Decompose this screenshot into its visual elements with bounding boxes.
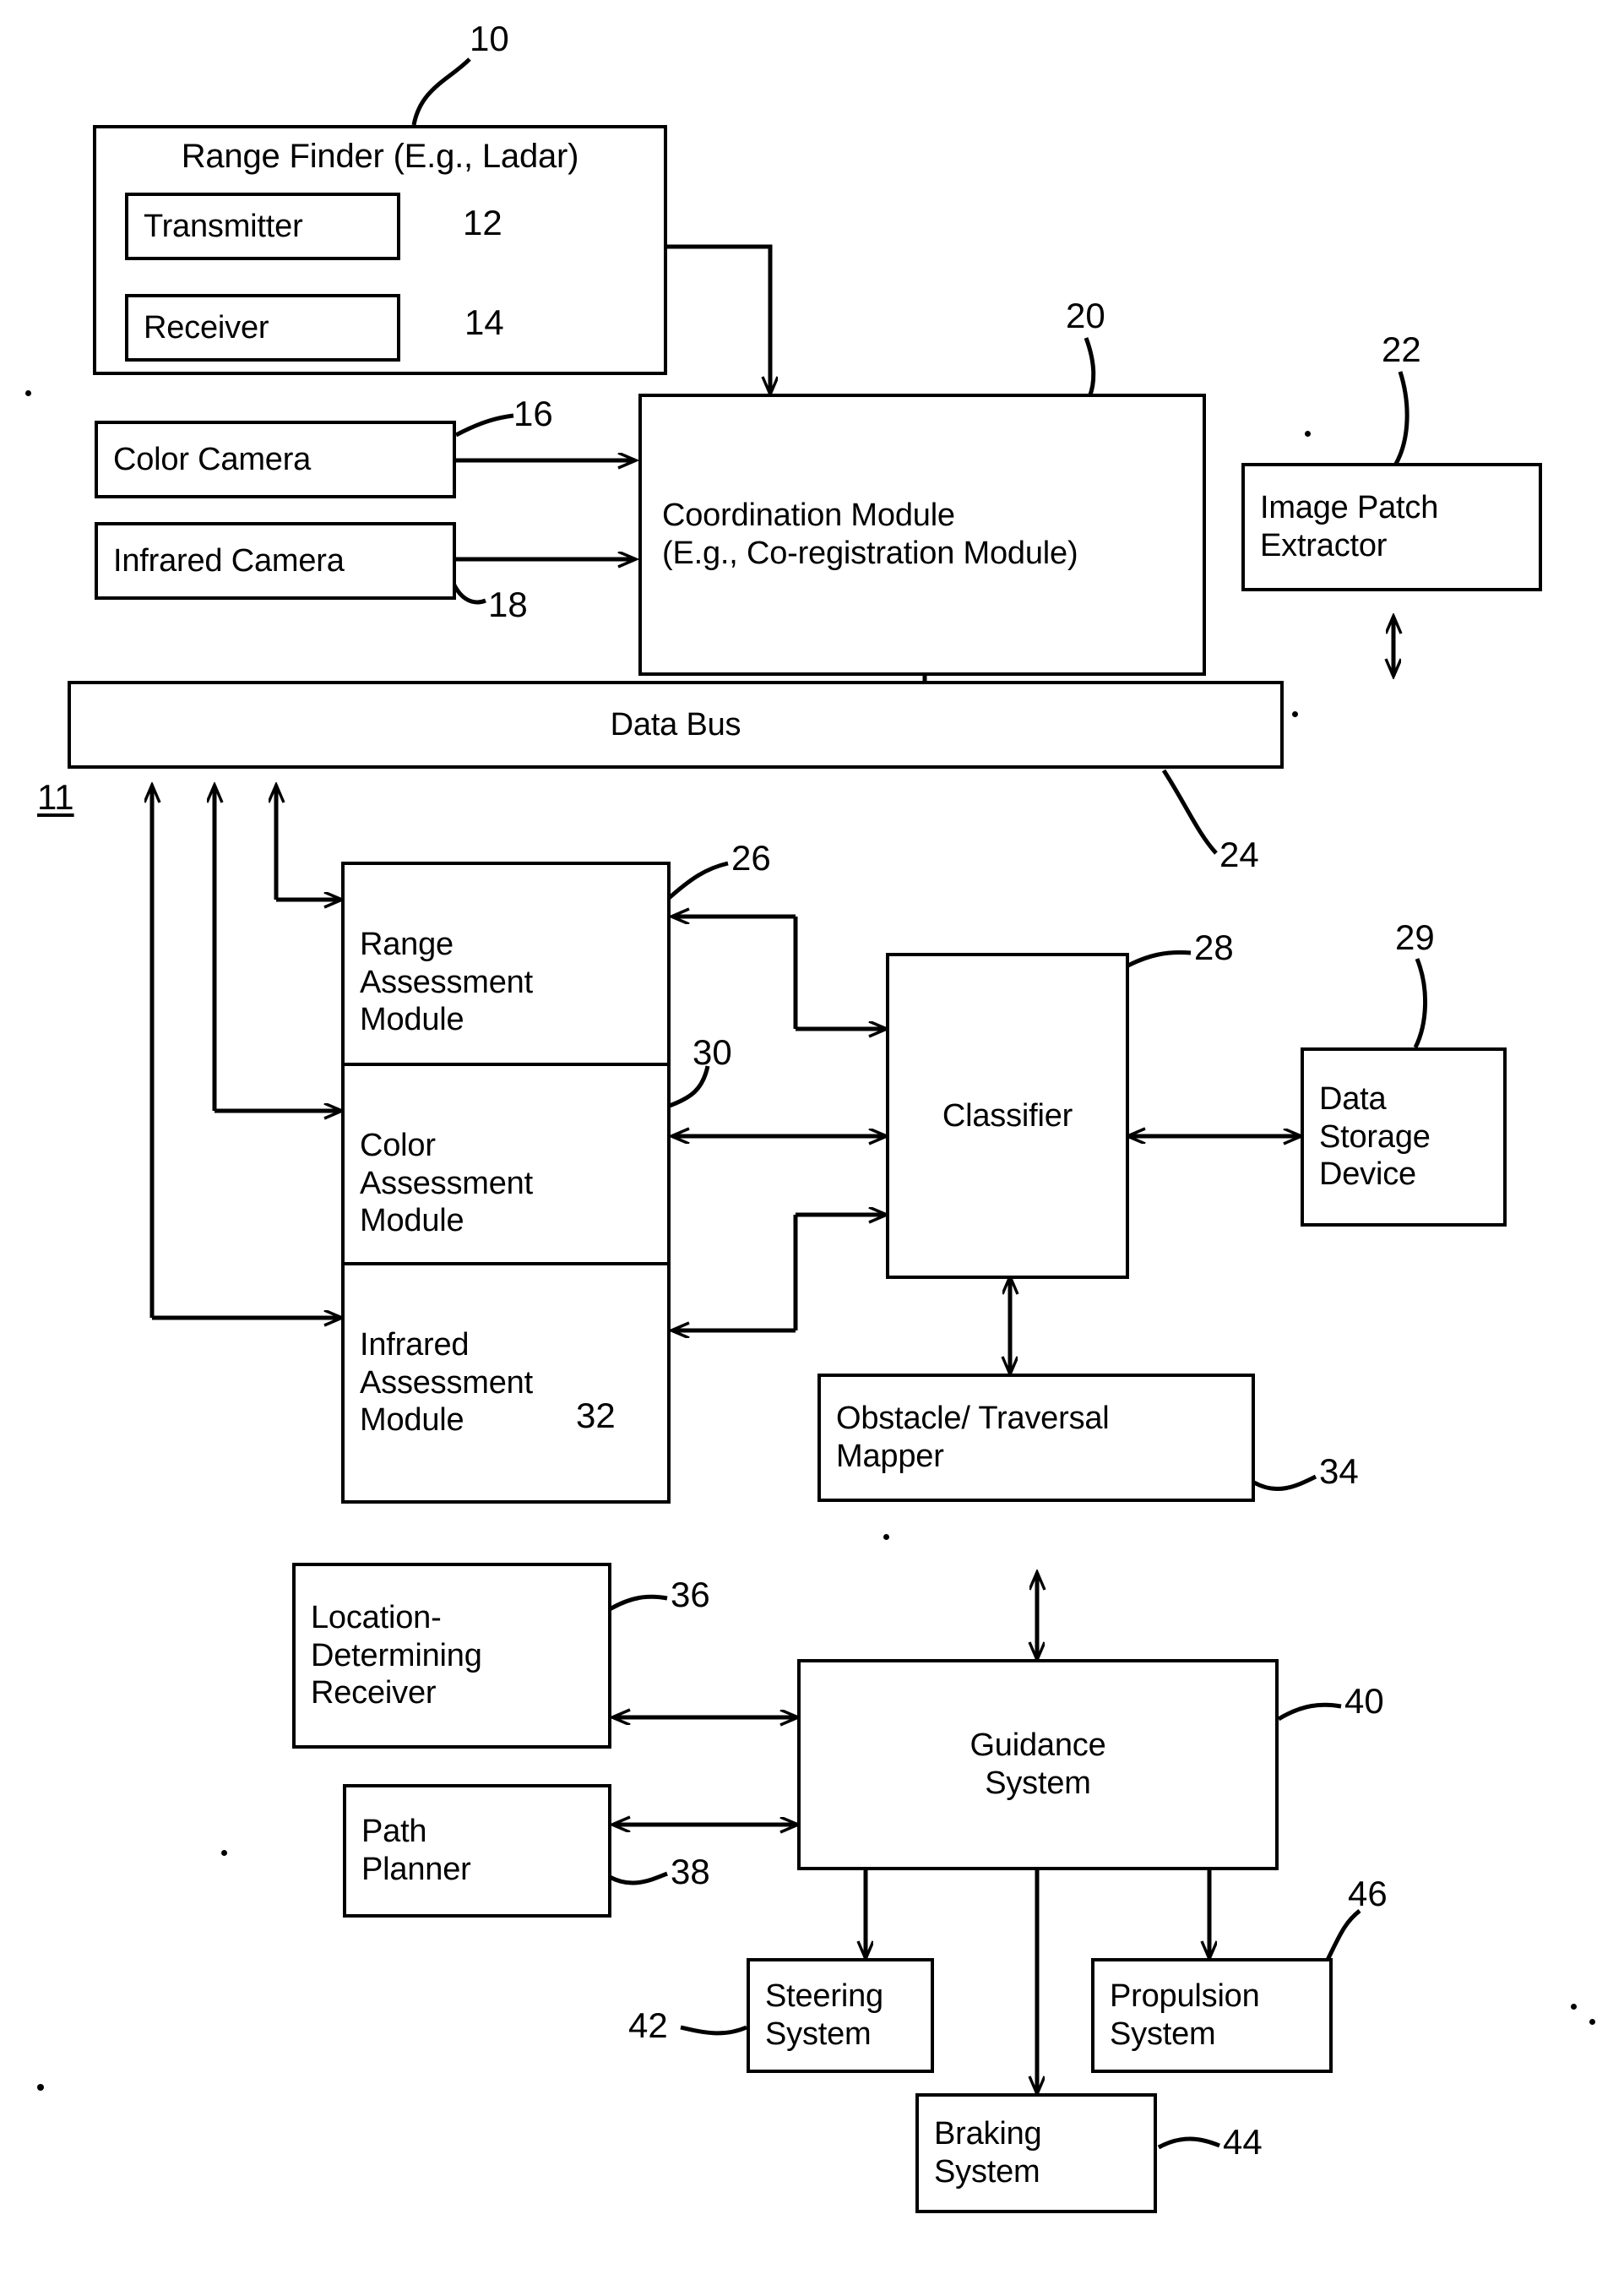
coordination-module-block[interactable]: Coordination Module (E.g., Co-registrati… [638,394,1206,676]
ref-numeral-36: 36 [671,1575,710,1614]
patent-figure-sheet: Range Finder (E.g., Ladar) Transmitter R… [0,0,1624,2285]
scan-speck [883,1534,889,1540]
image-patch-extractor-block[interactable]: Image Patch Extractor [1241,463,1542,591]
steering-system-label: Steering System [765,1978,883,2052]
braking-system-block[interactable]: Braking System [915,2093,1157,2213]
guidance-system-block[interactable]: Guidance System [797,1659,1279,1870]
leader-38 [608,1871,668,1885]
infrared-assessment-module-block[interactable]: Infrared Assessment Module [341,1262,671,1504]
scan-speck [1305,431,1311,437]
range-assessment-module-label: Range Assessment Module [360,926,533,1038]
guidance-system-label: Guidance System [970,1727,1106,1801]
classifier-block[interactable]: Classifier [886,953,1129,1279]
location-determining-receiver-label: Location- Determining Receiver [311,1599,482,1711]
ref-numeral-16: 16 [513,394,553,433]
wire-rangefinder-to-coordination [667,244,773,372]
ref-numeral-18: 18 [488,585,528,624]
leader-29 [1413,958,1428,1049]
ref-numeral-38: 38 [671,1852,710,1891]
transmitter-block[interactable]: Transmitter [125,193,400,260]
transmitter-label: Transmitter [144,208,303,244]
path-planner-block[interactable]: Path Planner [343,1784,611,1918]
leader-24 [1161,769,1218,855]
receiver-block[interactable]: Receiver [125,294,400,362]
data-bus-label: Data Bus [610,706,741,743]
ref-numeral-11-system: 11 [37,777,74,817]
propulsion-system-block[interactable]: Propulsion System [1091,1958,1333,2073]
ref-numeral-26: 26 [731,838,771,878]
leader-26 [665,861,729,901]
leader-34 [1252,1474,1317,1491]
data-storage-device-block[interactable]: Data Storage Device [1301,1047,1507,1227]
ref-numeral-12: 12 [463,203,502,242]
receiver-label: Receiver [144,309,269,345]
scan-speck [221,1850,227,1856]
scan-speck [37,2084,44,2091]
ref-numeral-29: 29 [1395,917,1435,957]
leader-28 [1123,950,1192,970]
data-bus-block[interactable]: Data Bus [68,681,1284,769]
leader-10 [411,57,471,126]
path-planner-label: Path Planner [361,1814,471,1887]
ref-numeral-20: 20 [1066,296,1105,335]
leader-22 [1393,371,1409,465]
ref-numeral-14: 14 [464,302,504,342]
infrared-assessment-module-label: Infrared Assessment Module [360,1326,533,1439]
color-camera-label: Color Camera [113,441,312,477]
infrared-camera-label: Infrared Camera [113,542,345,579]
leader-36 [608,1594,668,1612]
scan-speck [1571,2004,1577,2010]
color-camera-block[interactable]: Color Camera [95,421,456,498]
steering-system-block[interactable]: Steering System [747,1958,934,2073]
leader-42 [680,2025,747,2036]
leader-46 [1325,1909,1361,1961]
leader-16 [454,413,514,438]
braking-system-label: Braking System [934,2116,1042,2190]
leader-20 [1084,337,1096,398]
color-assessment-module-label: Color Assessment Module [360,1127,533,1239]
obstacle-traversal-mapper-label: Obstacle/ Traversal Mapper [836,1401,1110,1474]
scan-speck [1589,2019,1595,2025]
data-storage-device-label: Data Storage Device [1319,1080,1431,1193]
ref-numeral-22: 22 [1382,329,1421,369]
classifier-label: Classifier [942,1097,1073,1134]
leader-40 [1277,1702,1342,1722]
ref-numeral-44: 44 [1223,2122,1263,2162]
infrared-camera-block[interactable]: Infrared Camera [95,522,456,600]
leader-44 [1157,2136,1220,2150]
obstacle-traversal-mapper-block[interactable]: Obstacle/ Traversal Mapper [817,1374,1255,1502]
location-determining-receiver-block[interactable]: Location- Determining Receiver [292,1563,611,1749]
ref-numeral-42: 42 [628,2005,668,2045]
ref-numeral-30: 30 [693,1032,732,1072]
ref-numeral-46: 46 [1348,1874,1388,1913]
scan-speck [1292,711,1298,717]
ref-numeral-10: 10 [470,19,509,58]
ref-numeral-24: 24 [1219,835,1259,874]
ref-numeral-40: 40 [1344,1681,1384,1721]
ref-numeral-32: 32 [576,1395,616,1435]
scan-speck [25,390,31,396]
coordination-module-label: Coordination Module (E.g., Co-registrati… [662,498,1078,571]
range-finder-label: Range Finder (E.g., Ladar) [181,138,579,175]
ref-numeral-34: 34 [1319,1451,1359,1491]
propulsion-system-label: Propulsion System [1110,1978,1260,2052]
ref-numeral-28: 28 [1194,928,1234,967]
image-patch-extractor-label: Image Patch Extractor [1260,490,1439,563]
